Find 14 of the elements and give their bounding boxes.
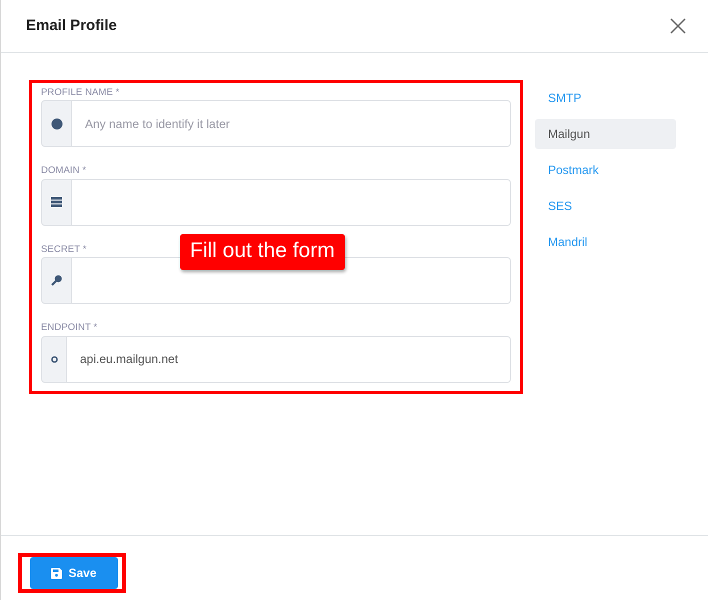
dialog-title: Email Profile: [26, 16, 117, 36]
provider-tab[interactable]: Mandril: [535, 227, 676, 257]
field-label: PROFILE NAME *: [41, 87, 120, 98]
save-button[interactable]: Save: [30, 557, 118, 589]
field-label: DOMAIN *: [41, 165, 86, 177]
input-field[interactable]: api.eu.mailgun.net: [67, 336, 511, 383]
provider-tab[interactable]: SMTP: [535, 83, 676, 113]
callout-label: Fill out the form: [180, 234, 345, 270]
field-label: ENDPOINT *: [41, 322, 98, 334]
input-field[interactable]: Any name to identify it later: [72, 100, 511, 148]
provider-tab[interactable]: Mailgun: [535, 119, 676, 149]
field-label: SECRET *: [41, 244, 86, 256]
provider-tab[interactable]: Postmark: [535, 155, 676, 185]
provider-tab[interactable]: SES: [535, 191, 676, 221]
